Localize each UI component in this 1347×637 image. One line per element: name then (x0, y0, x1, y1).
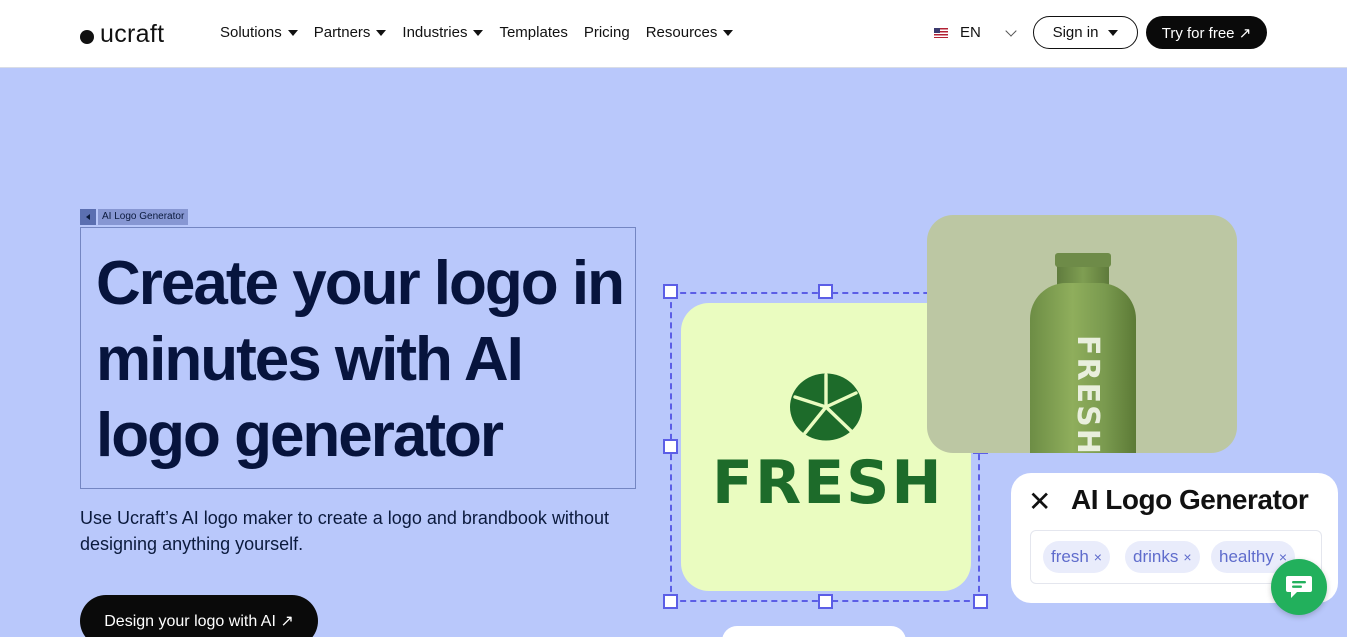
site-header: ucraft Solutions Partners Industries Tem… (0, 0, 1347, 68)
chat-button[interactable] (1271, 559, 1327, 615)
nav-item-partners[interactable]: Partners (314, 24, 387, 41)
chat-bubble-icon (1286, 576, 1312, 598)
nav-item-templates[interactable]: Templates (499, 24, 567, 41)
tag-chip[interactable]: fresh × (1043, 541, 1110, 573)
nav-label: Solutions (220, 24, 282, 41)
resize-handle-left[interactable] (663, 439, 678, 454)
sign-in-label: Sign in (1052, 24, 1099, 41)
caret-down-icon (287, 29, 298, 36)
peek-card (722, 626, 906, 637)
resize-handle-bottom[interactable] (818, 594, 833, 609)
tag-label: fresh (1051, 547, 1089, 566)
logo-text: ucraft (100, 20, 165, 48)
hero-subtitle: Use Ucraft’s AI logo maker to create a l… (80, 508, 609, 554)
generator-title: AI Logo Generator (1071, 484, 1309, 515)
resize-handle-top[interactable] (818, 284, 833, 299)
nav-item-resources[interactable]: Resources (646, 24, 734, 41)
nav-item-pricing[interactable]: Pricing (584, 24, 630, 41)
nav-label: Partners (313, 24, 371, 41)
cta-label: Design your logo with AI ↗ (104, 613, 294, 630)
breadcrumb-label: AI Logo Generator (98, 209, 189, 225)
nav-label: Pricing (583, 24, 630, 41)
nav-label: Templates (499, 24, 568, 41)
remove-tag-icon[interactable]: × (1094, 549, 1102, 565)
nav-label: Resources (645, 24, 718, 41)
try-free-label: Try for free ↗ (1161, 24, 1252, 42)
ucraft-logo[interactable]: ucraft (80, 20, 164, 49)
design-logo-cta-button[interactable]: Design your logo with AI ↗ (80, 595, 318, 637)
resize-handle-bottom-right[interactable] (973, 594, 988, 609)
close-icon[interactable]: ✕ (1028, 488, 1051, 516)
resize-handle-top-left[interactable] (663, 284, 678, 299)
resize-handle-bottom-left[interactable] (663, 594, 678, 609)
bottle-cap (1055, 253, 1111, 267)
nav-label: Industries (402, 24, 468, 41)
bottle-label: FRESH (1070, 335, 1105, 453)
caret-down-icon (376, 29, 387, 36)
caret-down-icon (1108, 29, 1119, 36)
try-for-free-button[interactable]: Try for free ↗ (1146, 16, 1267, 49)
bottle-photo: FRESH (927, 215, 1237, 453)
sign-in-button[interactable]: Sign in (1033, 16, 1138, 49)
main-nav: Solutions Partners Industries Templates … (220, 24, 734, 41)
caret-down-icon (723, 29, 734, 36)
language-label: EN (960, 24, 981, 41)
tag-chip[interactable]: drinks × (1125, 541, 1200, 573)
triangle-left-icon (80, 209, 96, 225)
logo-dot-icon (80, 29, 94, 44)
caret-down-icon (473, 29, 484, 36)
nav-item-industries[interactable]: Industries (402, 24, 484, 41)
remove-tag-icon[interactable]: × (1183, 549, 1191, 565)
chevron-down-icon (1005, 24, 1017, 37)
us-flag-icon (934, 27, 948, 38)
tag-label: healthy (1219, 547, 1274, 566)
tag-label: drinks (1133, 547, 1179, 566)
nav-item-solutions[interactable]: Solutions (220, 24, 298, 41)
language-selector[interactable]: EN (934, 24, 1017, 41)
breadcrumb[interactable]: AI Logo Generator (80, 209, 189, 225)
page-title: Create your logo in minutes with AI logo… (96, 249, 625, 470)
